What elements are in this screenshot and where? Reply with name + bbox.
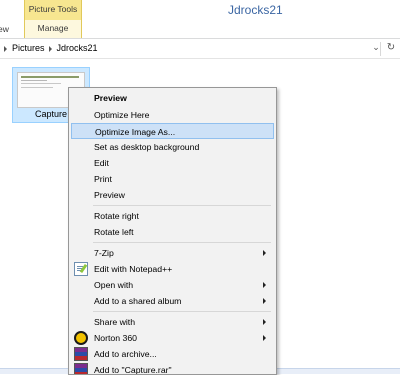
menu-item-set-desktop-background[interactable]: Set as desktop background — [71, 139, 274, 155]
file-name-label: Capture — [35, 109, 68, 119]
menu-item-rotate-right[interactable]: Rotate right — [71, 208, 274, 224]
submenu-arrow-icon — [263, 282, 266, 288]
menu-separator — [93, 242, 271, 243]
menu-item-print[interactable]: Print — [71, 171, 274, 187]
menu-item-optimize-image-as[interactable]: Optimize Image As... — [71, 123, 274, 139]
submenu-arrow-icon — [263, 298, 266, 304]
ribbon-tabs: ew Manage — [0, 20, 400, 39]
menu-item-add-to-archive[interactable]: Add to archive... — [71, 346, 274, 362]
menu-item-add-to-capture-rar[interactable]: Add to "Capture.rar" — [71, 362, 274, 374]
menu-item-rotate-left[interactable]: Rotate left — [71, 224, 274, 240]
menu-item-edit[interactable]: Edit — [71, 155, 274, 171]
breadcrumb: Pictures Jdrocks21 — [0, 43, 98, 55]
menu-separator — [93, 311, 271, 312]
picture-tools-context-tab: Picture Tools — [24, 0, 82, 21]
breadcrumb-separator-icon — [48, 46, 52, 52]
menu-item-share-with[interactable]: Share with — [71, 314, 274, 330]
address-divider — [380, 42, 381, 56]
winrar-icon — [74, 363, 88, 374]
context-menu: Preview Optimize Here Optimize Image As.… — [68, 87, 277, 375]
notepad-plus-plus-icon — [74, 262, 88, 276]
norton-icon — [74, 331, 88, 345]
menu-item-norton-360[interactable]: Norton 360 — [71, 330, 274, 346]
menu-item-preview[interactable]: Preview — [71, 90, 274, 106]
breadcrumb-separator-icon — [4, 46, 7, 52]
breadcrumb-jdrocks21[interactable]: Jdrocks21 — [57, 43, 98, 53]
submenu-arrow-icon — [263, 335, 266, 341]
address-bar[interactable]: Pictures Jdrocks21 ⌄ ↻ — [0, 40, 400, 59]
title-bar: Picture Tools Jdrocks21 — [0, 0, 400, 22]
window-title: Jdrocks21 — [228, 3, 283, 17]
menu-item-7zip[interactable]: 7-Zip — [71, 245, 274, 261]
submenu-arrow-icon — [263, 250, 266, 256]
winrar-icon — [74, 347, 88, 361]
menu-separator — [93, 205, 271, 206]
submenu-arrow-icon — [263, 319, 266, 325]
menu-item-optimize-here[interactable]: Optimize Here — [71, 107, 274, 123]
refresh-icon[interactable]: ↻ — [384, 42, 398, 55]
tab-manage[interactable]: Manage — [24, 20, 82, 38]
menu-item-open-with[interactable]: Open with — [71, 277, 274, 293]
menu-item-add-to-shared-album[interactable]: Add to a shared album — [71, 293, 274, 309]
breadcrumb-pictures[interactable]: Pictures — [12, 43, 45, 53]
tab-view[interactable]: ew — [0, 24, 9, 34]
menu-item-edit-notepad-plus-plus[interactable]: Edit with Notepad++ — [71, 261, 274, 277]
menu-item-preview-2[interactable]: Preview — [71, 187, 274, 203]
